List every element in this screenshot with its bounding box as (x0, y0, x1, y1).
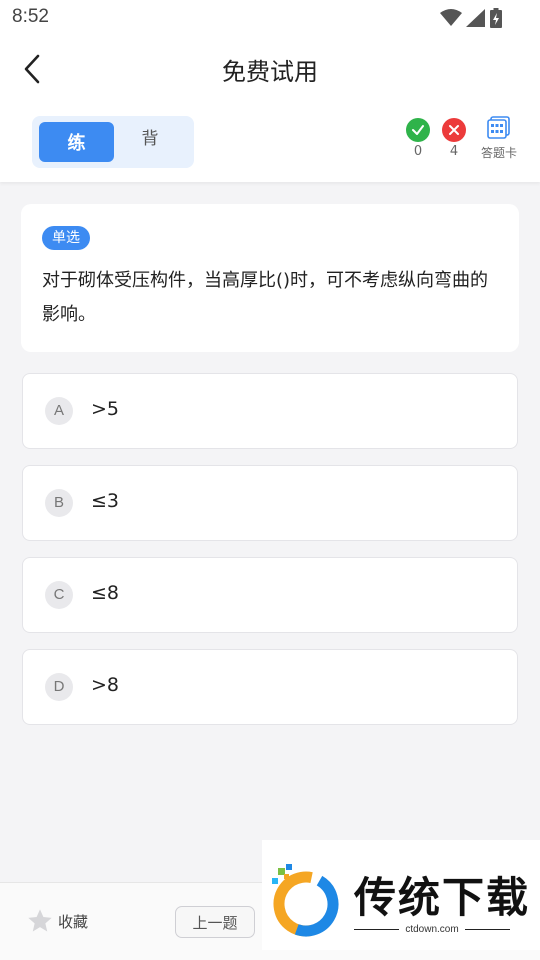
answer-card-icon (487, 116, 510, 139)
watermark-title: 传统下载 (354, 873, 531, 922)
answer-card-label: 答题卡 (480, 146, 517, 160)
question-text: 对于砌体受压构件，当高厚比()时，可不考虑纵向弯曲的影响。 (42, 270, 489, 325)
favorite-label: 收藏 (58, 912, 89, 931)
status-bar: 8:52 (0, 0, 540, 36)
previous-question-button[interactable]: 上一题 (175, 906, 255, 938)
watermark-url-text: ctdown.com (405, 924, 459, 935)
option-letter: D (45, 673, 73, 701)
nav-bar: 免费试用 (0, 36, 540, 102)
battery-charging-icon (490, 8, 502, 28)
cross-icon (442, 118, 466, 142)
option-c[interactable]: C ≤8 (22, 557, 518, 633)
wrong-count: 4 (449, 144, 459, 159)
option-text: ≤8 (91, 582, 120, 604)
option-d[interactable]: D >8 (22, 649, 518, 725)
question-type-badge: 单选 (42, 226, 90, 250)
option-letter: C (45, 581, 73, 609)
option-text: >8 (91, 674, 120, 696)
page-title: 免费试用 (222, 58, 318, 86)
watermark-url: ctdown.com (354, 924, 511, 935)
correct-count: 0 (413, 144, 423, 159)
mode-toggle: 练 背 (32, 116, 194, 168)
watermark-logo (272, 864, 339, 937)
check-icon (406, 118, 430, 142)
question-card: 单选 对于砌体受压构件，当高厚比()时，可不考虑纵向弯曲的影响。 (21, 204, 519, 352)
mode-bar: 练 背 0 4 答题卡 (0, 102, 540, 182)
answer-card-button[interactable]: 答题卡 (476, 116, 522, 161)
status-time: 8:52 (12, 6, 49, 27)
cellular-signal-icon (466, 9, 485, 27)
option-a[interactable]: A >5 (22, 373, 518, 449)
option-b[interactable]: B ≤3 (22, 465, 518, 541)
watermark: 传统下载 ctdown.com (262, 840, 540, 950)
recite-mode-tab[interactable]: 背 (130, 124, 170, 149)
option-letter: A (45, 397, 73, 425)
star-icon (28, 909, 52, 932)
favorite-button[interactable]: 收藏 (26, 907, 88, 935)
status-icons (440, 8, 502, 28)
wifi-icon (440, 9, 462, 26)
option-letter: B (45, 489, 73, 517)
option-text: ≤3 (91, 490, 120, 512)
wrong-stat: 4 (434, 116, 474, 159)
correct-stat: 0 (398, 116, 438, 159)
option-text: >5 (91, 398, 120, 420)
practice-mode-tab[interactable]: 练 (39, 122, 114, 162)
